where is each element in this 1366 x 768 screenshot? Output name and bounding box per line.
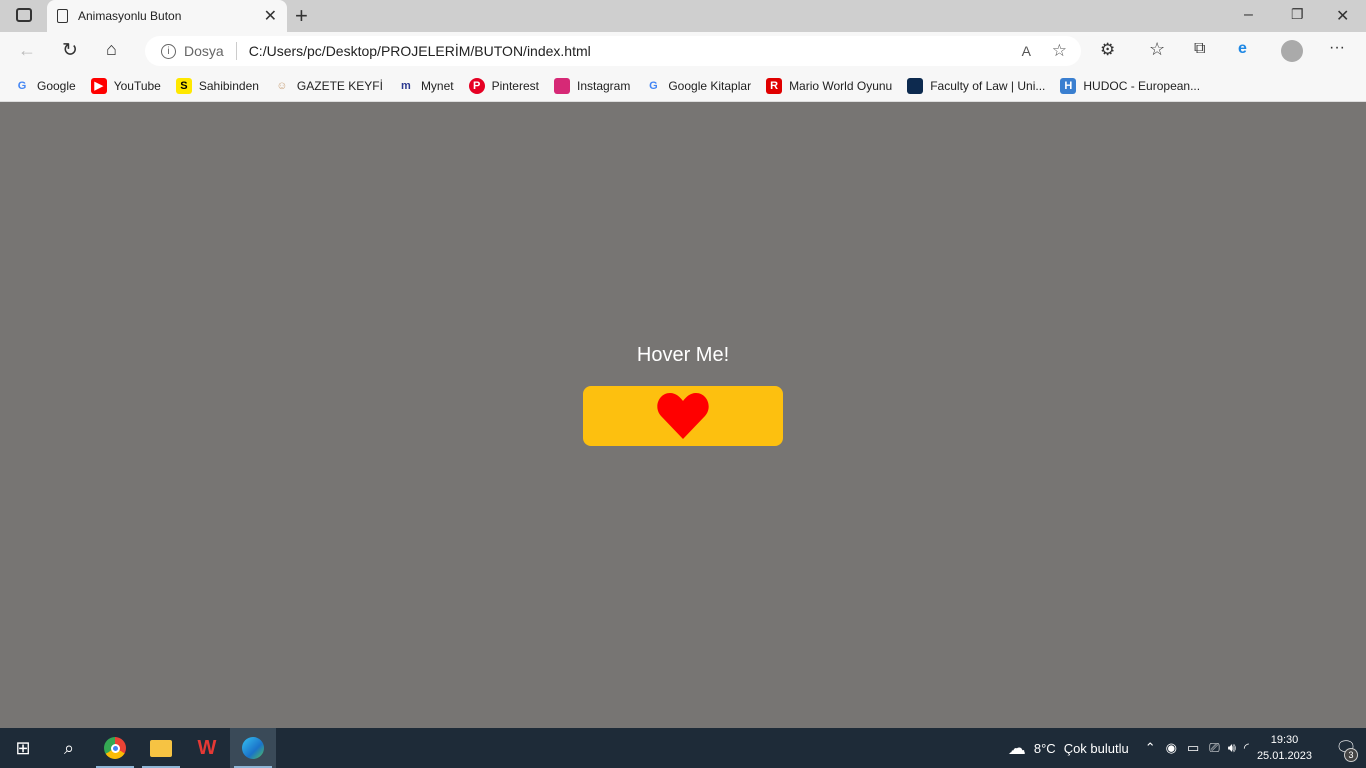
restore-icon[interactable]: ❐	[1291, 6, 1304, 23]
temperature[interactable]: 8°C	[1034, 741, 1056, 756]
more-icon[interactable]: ···	[1329, 39, 1345, 57]
browser-toolbar: ← ↻ ⌂ i Dosya C:/Users/pc/Desktop/PROJEL…	[0, 32, 1366, 70]
bookmark-label: Sahibinden	[198, 78, 259, 93]
bookmark-label: HUDOC - European...	[1083, 78, 1201, 93]
bookmark-item[interactable]: ▶ YouTube	[90, 77, 161, 94]
wps-icon: W	[197, 736, 217, 759]
bookmark-item[interactable]: S Sahibinden	[175, 77, 259, 94]
bookmark-label: GAZETE KEYFİ	[296, 78, 383, 93]
edge-taskbar-button[interactable]	[230, 728, 276, 768]
mynet-icon: m	[401, 79, 411, 92]
tab-actions-icon[interactable]	[16, 8, 32, 22]
info-icon: i	[161, 43, 176, 59]
address-label: Dosya	[184, 43, 224, 59]
search-icon: ⌕	[63, 737, 75, 758]
search-button[interactable]: ⌕	[46, 728, 92, 768]
wps-button[interactable]: W	[184, 728, 230, 768]
profile-avatar[interactable]	[1281, 40, 1303, 62]
clock[interactable]: 19:30 25.01.2023	[1257, 732, 1312, 764]
gazete-icon: ☺	[276, 79, 288, 92]
browser-titlebar: Animasyonlu Buton ✕ + – ❐ ✕	[0, 0, 1366, 32]
collections-icon[interactable]: ⧉	[1194, 40, 1205, 58]
google-icon: G	[649, 79, 658, 92]
page-icon	[57, 9, 68, 23]
weather-icon[interactable]: ☁	[1008, 738, 1026, 759]
url-text: C:/Users/pc/Desktop/PROJELERİM/BUTON/ind…	[248, 43, 591, 59]
close-tab-icon[interactable]: ✕	[264, 6, 277, 26]
hudoc-icon: H	[1060, 77, 1077, 94]
bookmark-item[interactable]: G Google Kitaplar	[645, 78, 751, 94]
start-button[interactable]: ⊞	[0, 728, 46, 768]
chrome-taskbar-button[interactable]	[92, 728, 138, 768]
address-bar[interactable]: i Dosya C:/Users/pc/Desktop/PROJELERİM/B…	[145, 36, 1081, 66]
add-favorite-icon[interactable]: ☆	[1052, 41, 1067, 61]
mario-icon: R	[766, 77, 783, 94]
system-tray: ☁ 8°C Çok bulutlu ⌃ ◉ ▭ ⎚ 🔊︎ ◜ 19:30 25.…	[1008, 728, 1366, 768]
bookmark-label: Pinterest	[491, 78, 539, 93]
google-icon: G	[17, 79, 27, 92]
back-icon[interactable]: ←	[18, 40, 36, 61]
bookmark-label: Mynet	[420, 78, 454, 93]
refresh-icon[interactable]: ↻	[62, 39, 78, 62]
volume-icon[interactable]: 🔊︎	[1228, 740, 1236, 756]
tab-title: Animasyonlu Buton	[78, 9, 182, 23]
date: 25.01.2023	[1256, 750, 1312, 762]
new-tab-icon[interactable]: +	[295, 3, 308, 29]
faculty-icon	[907, 77, 924, 94]
instagram-icon	[553, 77, 570, 94]
wifi-icon[interactable]: ◜	[1244, 740, 1249, 756]
bookmark-item[interactable]: G Google	[14, 78, 76, 94]
extensions-icon[interactable]: ⚙	[1100, 40, 1115, 60]
record-icon[interactable]: ◉	[1166, 740, 1177, 756]
youtube-icon: ▶	[90, 77, 107, 94]
bookmark-item[interactable]: m Mynet	[398, 78, 454, 94]
bookmark-item[interactable]: Faculty of Law | Uni...	[907, 77, 1046, 94]
edge-icon	[242, 737, 264, 759]
bookmark-item[interactable]: ☺ GAZETE KEYFİ	[274, 78, 383, 94]
chrome-icon	[104, 737, 126, 759]
bookmark-label: Google	[37, 78, 76, 93]
camera-icon[interactable]: ⎚	[1209, 740, 1219, 756]
bookmarks-bar: G Google ▶ YouTube S Sahibinden ☺ GAZETE KEYFİ m…	[0, 70, 1366, 102]
read-aloud-icon[interactable]: A	[1022, 43, 1031, 59]
notification-count: 3	[1344, 748, 1358, 762]
file-explorer-button[interactable]	[138, 728, 184, 768]
minimize-icon[interactable]: –	[1244, 6, 1253, 24]
close-window-icon[interactable]: ✕	[1336, 6, 1349, 26]
notifications-button[interactable]: 🗨︎ 3	[1326, 728, 1366, 768]
heart-button[interactable]	[583, 386, 783, 446]
bookmark-label: Mario World Oyunu	[789, 78, 893, 93]
taskbar: ⊞ ⌕ W ☁ 8°C Çok bulutlu ⌃ ◉ ▭ ⎚ 🔊︎ ◜ 19:…	[0, 728, 1366, 768]
ie-mode-icon[interactable]: e	[1238, 40, 1247, 58]
bookmark-item[interactable]: P Pinterest	[468, 77, 539, 94]
favorites-icon[interactable]: ☆	[1149, 39, 1165, 60]
heart-icon	[657, 393, 709, 439]
bookmark-label: Instagram	[576, 78, 631, 93]
bookmark-label: Google Kitaplar	[668, 78, 752, 93]
pinterest-icon: P	[468, 77, 485, 94]
home-icon[interactable]: ⌂	[106, 39, 117, 60]
hover-text: Hover Me!	[636, 344, 730, 366]
weather-text[interactable]: Çok bulutlu	[1064, 741, 1129, 756]
sahibinden-icon: S	[175, 77, 192, 94]
battery-icon[interactable]: ▭	[1187, 740, 1199, 756]
bookmark-label: Faculty of Law | Uni...	[930, 78, 1046, 93]
time: 19:30	[1270, 734, 1299, 746]
bookmark-item[interactable]: R Mario World Oyunu	[766, 77, 893, 94]
windows-icon: ⊞	[15, 737, 31, 758]
tab-active[interactable]: Animasyonlu Buton ✕	[47, 0, 287, 32]
bookmark-item[interactable]: Instagram	[553, 77, 631, 94]
page-content: Hover Me!	[0, 103, 1366, 728]
bookmark-label: YouTube	[113, 78, 161, 93]
bookmark-item[interactable]: H HUDOC - European...	[1060, 77, 1201, 94]
folder-icon	[150, 739, 172, 757]
chevron-up-icon[interactable]: ⌃	[1145, 740, 1156, 756]
